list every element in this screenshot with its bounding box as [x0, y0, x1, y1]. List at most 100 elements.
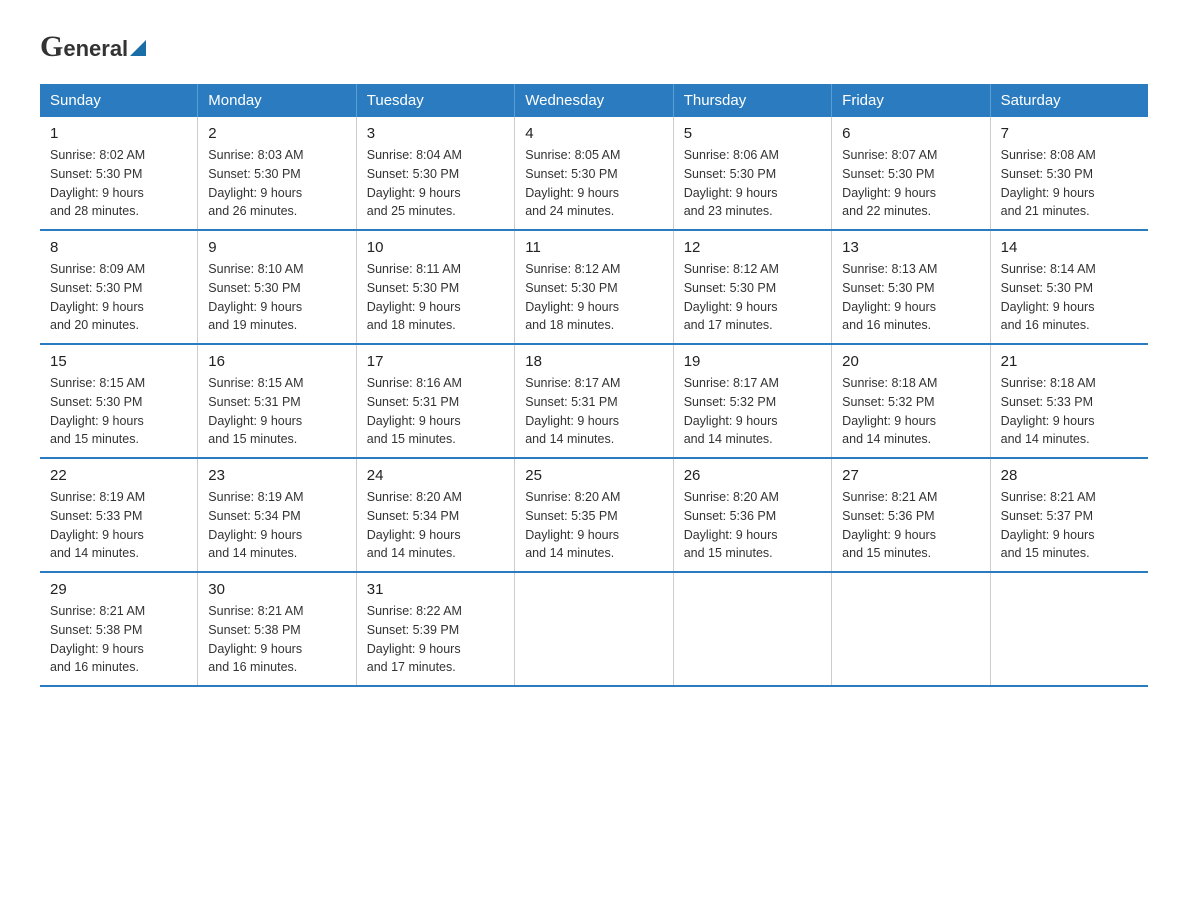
day-info: Sunrise: 8:19 AM Sunset: 5:33 PM Dayligh… — [50, 488, 187, 563]
header-friday: Friday — [832, 84, 990, 117]
day-info: Sunrise: 8:15 AM Sunset: 5:30 PM Dayligh… — [50, 374, 187, 449]
week-row-1: 1 Sunrise: 8:02 AM Sunset: 5:30 PM Dayli… — [40, 117, 1148, 230]
day-info: Sunrise: 8:08 AM Sunset: 5:30 PM Dayligh… — [1001, 146, 1138, 221]
calendar-cell: 7 Sunrise: 8:08 AM Sunset: 5:30 PM Dayli… — [990, 117, 1148, 230]
day-number: 27 — [842, 467, 979, 484]
calendar-cell: 27 Sunrise: 8:21 AM Sunset: 5:36 PM Dayl… — [832, 458, 990, 572]
calendar-cell: 20 Sunrise: 8:18 AM Sunset: 5:32 PM Dayl… — [832, 344, 990, 458]
day-info: Sunrise: 8:03 AM Sunset: 5:30 PM Dayligh… — [208, 146, 345, 221]
calendar-cell: 10 Sunrise: 8:11 AM Sunset: 5:30 PM Dayl… — [356, 230, 514, 344]
day-number: 31 — [367, 581, 504, 598]
day-info: Sunrise: 8:09 AM Sunset: 5:30 PM Dayligh… — [50, 260, 187, 335]
day-number: 16 — [208, 353, 345, 370]
calendar-cell: 13 Sunrise: 8:13 AM Sunset: 5:30 PM Dayl… — [832, 230, 990, 344]
calendar-body: 1 Sunrise: 8:02 AM Sunset: 5:30 PM Dayli… — [40, 117, 1148, 686]
day-number: 17 — [367, 353, 504, 370]
day-number: 22 — [50, 467, 187, 484]
day-number: 2 — [208, 125, 345, 142]
day-number: 20 — [842, 353, 979, 370]
calendar-cell: 16 Sunrise: 8:15 AM Sunset: 5:31 PM Dayl… — [198, 344, 356, 458]
day-info: Sunrise: 8:11 AM Sunset: 5:30 PM Dayligh… — [367, 260, 504, 335]
calendar-cell: 6 Sunrise: 8:07 AM Sunset: 5:30 PM Dayli… — [832, 117, 990, 230]
day-info: Sunrise: 8:21 AM Sunset: 5:38 PM Dayligh… — [208, 602, 345, 677]
day-info: Sunrise: 8:17 AM Sunset: 5:32 PM Dayligh… — [684, 374, 821, 449]
calendar-cell: 19 Sunrise: 8:17 AM Sunset: 5:32 PM Dayl… — [673, 344, 831, 458]
day-info: Sunrise: 8:15 AM Sunset: 5:31 PM Dayligh… — [208, 374, 345, 449]
day-number: 5 — [684, 125, 821, 142]
calendar-cell: 11 Sunrise: 8:12 AM Sunset: 5:30 PM Dayl… — [515, 230, 673, 344]
day-info: Sunrise: 8:07 AM Sunset: 5:30 PM Dayligh… — [842, 146, 979, 221]
calendar-cell: 28 Sunrise: 8:21 AM Sunset: 5:37 PM Dayl… — [990, 458, 1148, 572]
day-info: Sunrise: 8:18 AM Sunset: 5:33 PM Dayligh… — [1001, 374, 1138, 449]
calendar-cell: 9 Sunrise: 8:10 AM Sunset: 5:30 PM Dayli… — [198, 230, 356, 344]
week-row-5: 29 Sunrise: 8:21 AM Sunset: 5:38 PM Dayl… — [40, 572, 1148, 686]
calendar-cell: 26 Sunrise: 8:20 AM Sunset: 5:36 PM Dayl… — [673, 458, 831, 572]
day-info: Sunrise: 8:21 AM Sunset: 5:36 PM Dayligh… — [842, 488, 979, 563]
day-number: 15 — [50, 353, 187, 370]
day-info: Sunrise: 8:12 AM Sunset: 5:30 PM Dayligh… — [684, 260, 821, 335]
day-number: 18 — [525, 353, 662, 370]
day-info: Sunrise: 8:19 AM Sunset: 5:34 PM Dayligh… — [208, 488, 345, 563]
day-info: Sunrise: 8:10 AM Sunset: 5:30 PM Dayligh… — [208, 260, 345, 335]
day-info: Sunrise: 8:04 AM Sunset: 5:30 PM Dayligh… — [367, 146, 504, 221]
logo: G eneral — [40, 30, 146, 64]
calendar-cell: 29 Sunrise: 8:21 AM Sunset: 5:38 PM Dayl… — [40, 572, 198, 686]
day-number: 28 — [1001, 467, 1138, 484]
day-info: Sunrise: 8:20 AM Sunset: 5:34 PM Dayligh… — [367, 488, 504, 563]
day-number: 13 — [842, 239, 979, 256]
calendar-cell: 17 Sunrise: 8:16 AM Sunset: 5:31 PM Dayl… — [356, 344, 514, 458]
day-info: Sunrise: 8:14 AM Sunset: 5:30 PM Dayligh… — [1001, 260, 1138, 335]
day-info: Sunrise: 8:17 AM Sunset: 5:31 PM Dayligh… — [525, 374, 662, 449]
calendar-cell: 3 Sunrise: 8:04 AM Sunset: 5:30 PM Dayli… — [356, 117, 514, 230]
day-info: Sunrise: 8:16 AM Sunset: 5:31 PM Dayligh… — [367, 374, 504, 449]
day-number: 30 — [208, 581, 345, 598]
day-number: 24 — [367, 467, 504, 484]
calendar-header: SundayMondayTuesdayWednesdayThursdayFrid… — [40, 84, 1148, 117]
day-info: Sunrise: 8:20 AM Sunset: 5:35 PM Dayligh… — [525, 488, 662, 563]
day-number: 23 — [208, 467, 345, 484]
day-info: Sunrise: 8:20 AM Sunset: 5:36 PM Dayligh… — [684, 488, 821, 563]
calendar-cell: 14 Sunrise: 8:14 AM Sunset: 5:30 PM Dayl… — [990, 230, 1148, 344]
calendar-cell: 21 Sunrise: 8:18 AM Sunset: 5:33 PM Dayl… — [990, 344, 1148, 458]
day-number: 1 — [50, 125, 187, 142]
day-number: 7 — [1001, 125, 1138, 142]
week-row-2: 8 Sunrise: 8:09 AM Sunset: 5:30 PM Dayli… — [40, 230, 1148, 344]
logo-general-g: G — [40, 30, 63, 64]
weekday-header-row: SundayMondayTuesdayWednesdayThursdayFrid… — [40, 84, 1148, 117]
calendar-cell — [515, 572, 673, 686]
header-sunday: Sunday — [40, 84, 198, 117]
header-thursday: Thursday — [673, 84, 831, 117]
week-row-3: 15 Sunrise: 8:15 AM Sunset: 5:30 PM Dayl… — [40, 344, 1148, 458]
calendar-table: SundayMondayTuesdayWednesdayThursdayFrid… — [40, 84, 1148, 687]
calendar-cell — [832, 572, 990, 686]
calendar-cell: 2 Sunrise: 8:03 AM Sunset: 5:30 PM Dayli… — [198, 117, 356, 230]
day-number: 19 — [684, 353, 821, 370]
calendar-cell: 25 Sunrise: 8:20 AM Sunset: 5:35 PM Dayl… — [515, 458, 673, 572]
calendar-cell: 31 Sunrise: 8:22 AM Sunset: 5:39 PM Dayl… — [356, 572, 514, 686]
calendar-cell: 8 Sunrise: 8:09 AM Sunset: 5:30 PM Dayli… — [40, 230, 198, 344]
calendar-cell: 18 Sunrise: 8:17 AM Sunset: 5:31 PM Dayl… — [515, 344, 673, 458]
day-info: Sunrise: 8:18 AM Sunset: 5:32 PM Dayligh… — [842, 374, 979, 449]
day-number: 21 — [1001, 353, 1138, 370]
week-row-4: 22 Sunrise: 8:19 AM Sunset: 5:33 PM Dayl… — [40, 458, 1148, 572]
day-number: 25 — [525, 467, 662, 484]
header-tuesday: Tuesday — [356, 84, 514, 117]
day-number: 11 — [525, 239, 662, 256]
day-number: 26 — [684, 467, 821, 484]
logo-eneral: eneral — [63, 36, 128, 62]
day-info: Sunrise: 8:22 AM Sunset: 5:39 PM Dayligh… — [367, 602, 504, 677]
calendar-cell: 5 Sunrise: 8:06 AM Sunset: 5:30 PM Dayli… — [673, 117, 831, 230]
calendar-cell: 23 Sunrise: 8:19 AM Sunset: 5:34 PM Dayl… — [198, 458, 356, 572]
header-saturday: Saturday — [990, 84, 1148, 117]
calendar-cell: 12 Sunrise: 8:12 AM Sunset: 5:30 PM Dayl… — [673, 230, 831, 344]
day-info: Sunrise: 8:13 AM Sunset: 5:30 PM Dayligh… — [842, 260, 979, 335]
calendar-cell: 1 Sunrise: 8:02 AM Sunset: 5:30 PM Dayli… — [40, 117, 198, 230]
day-number: 9 — [208, 239, 345, 256]
day-number: 10 — [367, 239, 504, 256]
header-monday: Monday — [198, 84, 356, 117]
page-header: G eneral — [40, 30, 1148, 64]
logo-right — [130, 40, 146, 54]
day-number: 8 — [50, 239, 187, 256]
day-number: 6 — [842, 125, 979, 142]
day-number: 14 — [1001, 239, 1138, 256]
